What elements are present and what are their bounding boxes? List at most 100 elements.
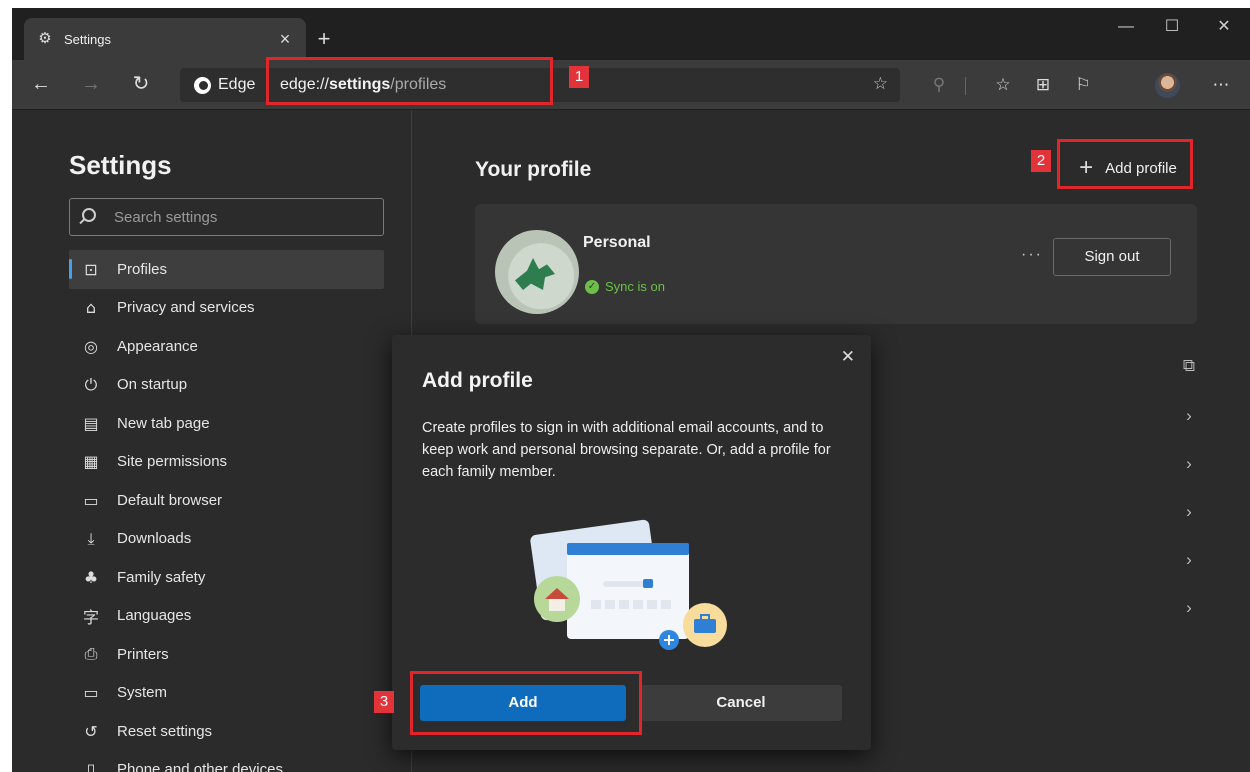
sidebar-item-label: Privacy and services [117, 299, 255, 317]
profile-more-icon[interactable]: ··· [1021, 246, 1043, 264]
sidebar-item-label: New tab page [117, 414, 210, 432]
close-tab-icon[interactable]: × [276, 29, 294, 50]
edge-label: Edge [218, 76, 256, 93]
collections-icon[interactable]: ⊞ [1030, 72, 1056, 98]
search-input[interactable] [114, 207, 374, 227]
url-scheme: edge:// [280, 76, 329, 93]
minimize-button[interactable]: — [1106, 14, 1146, 42]
sidebar-item-label: On startup [117, 376, 188, 394]
sidebar-item-site-permissions[interactable]: ▦ Site permissions [69, 443, 384, 482]
maximize-button[interactable]: ☐ [1152, 14, 1192, 42]
url-text[interactable]: edge://settings/profiles [280, 76, 446, 94]
settings-nav: ⊡ Profiles ⌂ Privacy and services ◎ Appearanc… [69, 250, 384, 772]
profile-icon: ⊡ [84, 259, 98, 279]
sync-status-text: Sync is on [605, 279, 665, 294]
sidebar-item-label: Phone and other devices [117, 761, 283, 772]
sidebar-item-privacy-and-services[interactable]: ⌂ Privacy and services [69, 289, 384, 328]
profile-card: Personal ✓ Sync is on ··· Sign out [475, 204, 1197, 324]
tab-settings[interactable]: ⚙ Settings × [24, 18, 306, 60]
download-icon: ⤓ [87, 528, 95, 548]
system-icon: ▭ [83, 683, 99, 703]
permissions-icon: ▦ [83, 452, 99, 472]
reset-icon: ↺ [84, 721, 98, 741]
palette-icon: ◎ [84, 336, 98, 356]
sidebar-item-phone-and-other-devices[interactable]: ▯ Phone and other devices [69, 751, 384, 772]
edge-logo-icon [194, 77, 211, 94]
sidebar-item-system[interactable]: ▭ System [69, 674, 384, 713]
browser-window: ⚙ Settings × + — ☐ ✕ ← → ↻ Edge edge://s… [12, 8, 1250, 772]
callout-number-1: 1 [569, 66, 589, 88]
check-icon: ✓ [585, 279, 599, 294]
chevron-right-icon[interactable]: › [1179, 502, 1199, 522]
sidebar-item-label: Printers [117, 645, 169, 663]
address-bar[interactable]: Edge edge://settings/profiles ☆ [180, 68, 900, 102]
dialog-description: Create profiles to sign in with addition… [422, 420, 831, 480]
dinosaur-image [515, 258, 555, 290]
refresh-button[interactable]: ↻ [126, 70, 156, 100]
browser-icon: ▭ [83, 490, 99, 510]
url-path: /profiles [390, 76, 447, 93]
favorites-icon[interactable]: ☆ [990, 72, 1016, 98]
sidebar-item-printers[interactable]: ⎙ Printers [69, 635, 384, 674]
back-button[interactable]: ← [26, 70, 56, 100]
sidebar-item-new-tab-page[interactable]: ▤ New tab page [69, 404, 384, 443]
sidebar-item-label: Reset settings [117, 722, 213, 740]
sidebar-item-label: Site permissions [117, 453, 228, 471]
address-divider [268, 77, 269, 94]
sidebar-item-label: Languages [117, 607, 192, 625]
newtab-icon: ▤ [83, 413, 99, 433]
chevron-right-icon[interactable]: › [1179, 454, 1199, 474]
tab-title: Settings [64, 31, 111, 47]
forward-button[interactable]: → [76, 70, 106, 100]
settings-title: Settings [69, 150, 172, 180]
toolbar-divider [965, 77, 966, 95]
profiles-illustration [530, 519, 727, 650]
sidebar-item-family-safety[interactable]: ♣ Family safety [69, 558, 384, 597]
external-link-icon[interactable]: ⧉ [1179, 356, 1199, 376]
search-icon [82, 208, 96, 222]
add-profile-dialog: ✕ Add profile Create profiles to sign in… [392, 335, 871, 750]
chevron-right-icon[interactable]: › [1179, 550, 1199, 570]
profile-name: Personal [583, 234, 651, 251]
favorite-star-icon[interactable]: ☆ [873, 74, 888, 94]
power-icon: ⏻ [84, 374, 98, 394]
sidebar-item-reset-settings[interactable]: ↺ Reset settings [69, 712, 384, 751]
profile-picture [495, 230, 579, 314]
tab-strip: ⚙ Settings × + — ☐ ✕ [12, 8, 1250, 60]
add-button[interactable]: Add [420, 685, 626, 721]
sidebar-item-profiles[interactable]: ⊡ Profiles [69, 250, 384, 289]
close-icon[interactable]: ✕ [841, 347, 855, 367]
chevron-right-icon[interactable]: › [1179, 406, 1199, 426]
cancel-button[interactable]: Cancel [640, 685, 842, 721]
avatar[interactable] [1155, 73, 1180, 98]
sidebar-item-label: System [117, 684, 168, 702]
more-menu-icon[interactable]: ⋯ [1208, 72, 1234, 98]
search-field[interactable] [69, 198, 384, 236]
family-icon: ♣ [83, 567, 99, 587]
gear-icon: ⚙ [38, 30, 52, 47]
chevron-right-icon[interactable]: › [1179, 598, 1199, 618]
sidebar-item-downloads[interactable]: ⤓ Downloads [69, 520, 384, 559]
extension-icon[interactable]: ⚲ [926, 72, 952, 98]
lock-icon: ⌂ [85, 298, 97, 318]
sidebar-item-appearance[interactable]: ◎ Appearance [69, 327, 384, 366]
sidebar-item-default-browser[interactable]: ▭ Default browser [69, 481, 384, 520]
feedback-icon[interactable]: ⚐ [1070, 72, 1096, 98]
url-host: settings [328, 76, 391, 93]
printer-icon: ⎙ [84, 644, 98, 664]
close-window-button[interactable]: ✕ [1204, 14, 1244, 42]
sign-out-button[interactable]: Sign out [1053, 238, 1171, 276]
sidebar-item-label: Profiles [117, 260, 168, 278]
sidebar-item-on-startup[interactable]: ⏻ On startup [69, 366, 384, 405]
page-title: Your profile [475, 158, 592, 181]
settings-sidebar: Settings ⊡ Profiles ⌂ Privacy and services ◎… [12, 110, 412, 772]
toolbar: ← → ↻ Edge edge://settings/profiles ☆ ⚲ … [12, 60, 1250, 110]
add-profile-button[interactable]: + Add profile [1063, 150, 1193, 186]
new-tab-button[interactable]: + [310, 26, 338, 54]
phone-icon: ▯ [86, 760, 96, 772]
sidebar-item-languages[interactable]: 字 Languages [69, 597, 384, 636]
dialog-title: Add profile [422, 369, 533, 392]
callout-number-2: 2 [1031, 150, 1051, 172]
sidebar-item-label: Default browser [117, 491, 223, 509]
sidebar-item-label: Downloads [117, 530, 192, 548]
